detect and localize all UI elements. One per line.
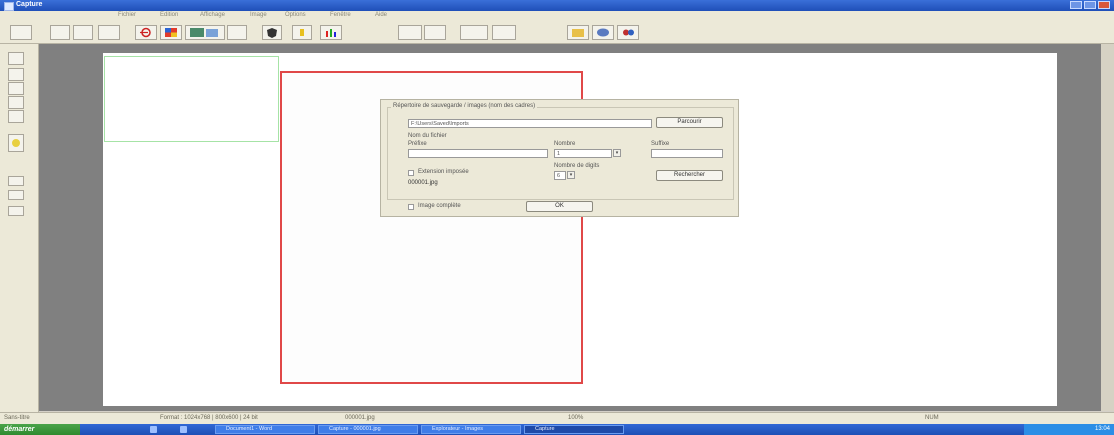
filename-heading: Nom du fichier [408,133,447,139]
light-tool-icon[interactable] [8,134,24,152]
zoom-icon[interactable] [227,25,247,40]
auto-extension-checkbox[interactable] [408,170,414,176]
settings-icon[interactable] [617,25,639,40]
suffix-field[interactable] [651,149,723,158]
grid-tool-icon[interactable] [8,96,24,109]
menu-bar: Fichier Edition Affichage Image Options … [0,11,1114,20]
crop-tool-icon[interactable] [8,82,24,95]
taskbar-item[interactable]: Capture - 000001.jpg [318,425,418,434]
status-format: Format : 1024x768 | 800x600 | 24 bit [160,415,258,421]
search-button[interactable]: Rechercher [656,170,723,181]
prefix-label: Préfixe [408,141,427,147]
toolbar [0,20,1114,44]
window-title: Capture [16,1,43,8]
tool-icon-1[interactable] [398,25,422,40]
sample-filename: 000001.jpg [408,180,438,186]
status-document: Sans-titre [4,415,30,421]
sphere-icon[interactable] [592,25,614,40]
menu-item-image[interactable]: Image [250,12,267,18]
title-bar: Capture [0,0,1114,11]
menu-item-edit[interactable]: Edition [160,12,178,18]
rect-tool-icon[interactable] [8,68,24,81]
maximize-icon[interactable] [1084,1,1096,9]
start-button[interactable]: démarrer [0,424,80,435]
save-icon[interactable] [73,25,93,40]
tool-icon-4[interactable] [492,25,516,40]
new-icon[interactable] [10,25,32,40]
copy-icon[interactable] [98,25,120,40]
open-icon[interactable] [50,25,70,40]
menu-item-file[interactable]: Fichier [118,12,136,18]
save-settings-dialog: Répertoire de sauvegarde / images (nom d… [380,99,739,217]
quicklaunch-icon[interactable] [150,426,157,433]
full-image-label: Image complète [418,203,461,209]
minimize-icon[interactable] [1070,1,1082,9]
close-icon[interactable] [1098,1,1110,9]
folder-icon[interactable] [567,25,589,40]
path-field[interactable]: F:\Users\Saved\Imports [408,119,652,128]
full-image-checkbox[interactable] [408,204,414,210]
color-icon[interactable] [160,25,182,40]
app-icon [4,2,14,11]
shield-icon[interactable] [262,25,282,40]
digits-label: Nombre de digits [554,163,600,169]
status-zoom: 100% [568,415,584,421]
prefix-field[interactable] [408,149,548,158]
quicklaunch-icon[interactable] [180,426,187,433]
status-file: 000001.jpg [345,415,375,421]
undo-icon[interactable] [135,25,157,40]
taskbar-item-active[interactable]: Capture [524,425,624,434]
size-field-icon[interactable] [8,176,24,186]
digits-field[interactable]: 6 [554,171,566,180]
number-label: Nombre [554,141,576,147]
vertical-scrollbar[interactable] [1101,44,1114,411]
taskbar-item[interactable]: Explorateur - Images [421,425,521,434]
auto-extension-label: Extension imposée [418,169,469,175]
left-toolbar [0,44,39,412]
clock: 13:04 [1094,426,1110,432]
menu-item-options[interactable]: Options [285,12,306,18]
status-mode: NUM [925,415,939,421]
select-tool-icon[interactable] [8,52,24,65]
menu-item-view[interactable]: Affichage [200,12,225,18]
tool-icon-3[interactable] [460,25,488,40]
brightness-icon[interactable] [292,25,312,40]
menu-item-window[interactable]: Fenêtre [330,12,351,18]
number-spinner[interactable]: ▾ [613,149,621,157]
number-field[interactable]: 1 [554,149,612,158]
status-bar: Sans-titre Format : 1024x768 | 800x600 |… [0,412,1114,424]
group-title: Répertoire de sauvegarde / images (nom d… [391,103,538,109]
suffix-label: Suffixe [651,141,670,147]
size-field-icon[interactable] [8,190,24,200]
digits-spinner[interactable]: ▾ [567,171,575,179]
system-tray: 13:04 [1024,424,1114,435]
ok-button[interactable]: OK [526,201,593,212]
thumbnail-frame[interactable] [104,56,279,142]
taskbar: démarrer Document1 - Word Capture - 0000… [0,424,1114,435]
window-controls [1070,1,1110,9]
tool-icon-2[interactable] [424,25,446,40]
list-tool-icon[interactable] [8,110,24,123]
browse-button[interactable]: Parcourir [656,117,723,128]
screen-icon[interactable] [185,25,225,40]
size-field-icon[interactable] [8,206,24,216]
menu-item-help[interactable]: Aide [375,12,387,18]
levels-icon[interactable] [320,25,342,40]
taskbar-item[interactable]: Document1 - Word [215,425,315,434]
